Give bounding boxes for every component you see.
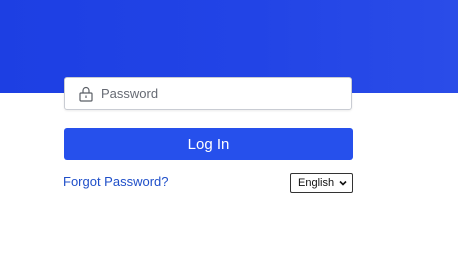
language-select-value: English	[298, 177, 335, 189]
password-field[interactable]	[64, 77, 352, 110]
lock-icon	[73, 85, 99, 103]
forgot-password-link[interactable]: Forgot Password?	[63, 174, 169, 189]
login-page: Log In Forgot Password? English	[0, 0, 458, 258]
login-button[interactable]: Log In	[64, 128, 353, 160]
chevron-down-icon	[339, 179, 347, 187]
password-input[interactable]	[99, 78, 341, 109]
language-select[interactable]: English	[290, 173, 353, 193]
